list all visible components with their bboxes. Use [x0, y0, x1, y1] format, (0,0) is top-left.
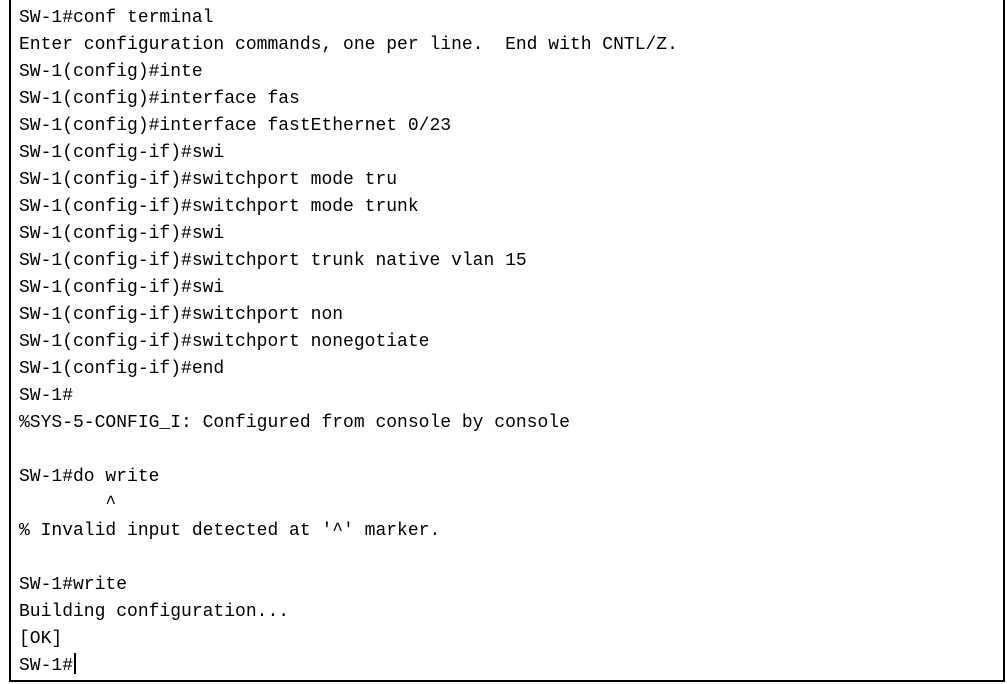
terminal-line: ^ [19, 494, 117, 514]
terminal-line: SW-1#write [19, 575, 128, 595]
terminal-line: SW-1(config-if)#switchport trunk native … [19, 251, 527, 271]
terminal-line: SW-1(config-if)#end [19, 359, 225, 379]
terminal-window[interactable]: SW-1#conf terminal Enter configuration c… [9, 0, 1005, 682]
terminal-prompt: SW-1# [19, 656, 74, 676]
terminal-line: SW-1(config)#interface fastEthernet 0/23 [19, 116, 452, 136]
terminal-line: SW-1(config-if)#swi [19, 224, 225, 244]
terminal-line: Enter configuration commands, one per li… [19, 35, 678, 55]
terminal-line: SW-1(config-if)#switchport nonegotiate [19, 332, 430, 352]
terminal-line: SW-1(config)#inte [19, 62, 203, 82]
terminal-line: %SYS-5-CONFIG_I: Configured from console… [19, 413, 570, 433]
terminal-line: % Invalid input detected at '^' marker. [19, 521, 441, 541]
terminal-output: SW-1#conf terminal Enter configuration c… [19, 5, 999, 680]
terminal-line: SW-1(config-if)#swi [19, 278, 225, 298]
text-cursor [74, 653, 77, 674]
terminal-line: SW-1# [19, 386, 74, 406]
terminal-line: SW-1#conf terminal [19, 8, 214, 28]
terminal-input-line[interactable]: SW-1# [19, 653, 999, 680]
terminal-line: SW-1(config)#interface fas [19, 89, 300, 109]
terminal-line: SW-1(config-if)#switchport non [19, 305, 344, 325]
terminal-line: SW-1(config-if)#switchport mode trunk [19, 197, 419, 217]
terminal-line: Building configuration... [19, 602, 290, 622]
terminal-line: SW-1(config-if)#swi [19, 143, 225, 163]
terminal-line: [OK] [19, 629, 63, 649]
terminal-line: SW-1#do write [19, 467, 160, 487]
terminal-line: SW-1(config-if)#switchport mode tru [19, 170, 398, 190]
